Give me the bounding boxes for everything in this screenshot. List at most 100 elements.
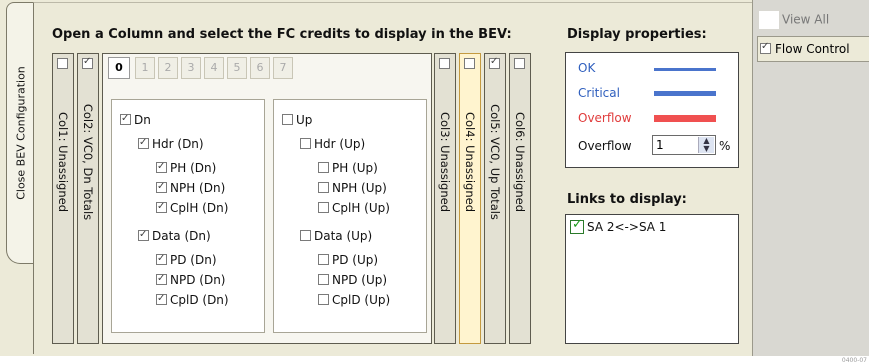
column-6-label: Col6: Unassigned [513,111,527,213]
column-1-label: Col1: Unassigned [56,111,70,213]
flow-control-label: Flow Control [775,42,850,56]
dn-nph-label: NPH (Dn) [170,181,226,195]
up-ph-item[interactable]: PH (Up) [318,161,378,175]
dn-cpld-label: CplD (Dn) [170,293,229,307]
dn-nph-checkbox[interactable] [156,180,167,194]
close-bev-configuration-label: Close BEV Configuration [14,66,27,200]
column-6[interactable]: Col6: Unassigned [509,53,531,344]
column-1[interactable]: Col1: Unassigned [52,53,74,344]
up-hdr-item[interactable]: Hdr (Up) [300,137,365,151]
dn-npd-label: NPD (Dn) [170,273,226,287]
up-data-checkbox[interactable] [300,230,311,241]
view-all-checkbox[interactable] [759,11,779,29]
overflow-threshold-input[interactable]: 1 ▲ ▼ [652,135,716,155]
dn-npd-checkbox[interactable] [156,272,167,286]
column-6-checkbox[interactable] [514,58,525,69]
up-nph-checkbox[interactable] [318,182,329,193]
up-data-label: Data (Up) [314,229,373,243]
overflow-color-line[interactable] [654,115,716,122]
up-npd-item[interactable]: NPD (Up) [318,273,387,287]
close-bev-configuration-tab[interactable]: Close BEV Configuration [6,2,34,264]
dn-hdr-checkbox[interactable] [138,136,149,150]
dn-ph-checkbox[interactable] [156,160,167,174]
link-item-label: SA 2<->SA 1 [587,220,667,234]
dn-cplh-checkbox[interactable] [156,200,167,214]
up-pd-item[interactable]: PD (Up) [318,253,378,267]
column-3[interactable]: Col3: Unassigned [434,53,456,344]
up-credits-group: Up Hdr (Up) PH (Up) NPH (Up) CplH (Up) D… [273,99,427,333]
up-cplh-label: CplH (Up) [332,201,390,215]
view-all-option[interactable]: View All [759,11,829,29]
up-cplh-checkbox[interactable] [318,202,329,213]
view-all-label: View All [782,12,830,27]
up-cplh-item[interactable]: CplH (Up) [318,201,390,215]
column-5-checkbox[interactable] [489,56,500,69]
overflow-label: Overflow [578,111,632,125]
tab-vc-3[interactable]: 3 [181,57,201,79]
tab-vc-7[interactable]: 7 [273,57,293,79]
figure-id: 0400-07 [841,357,867,364]
dn-root-checkbox[interactable] [120,112,131,126]
dn-cpld-item[interactable]: CplD (Dn) [156,292,229,307]
links-heading: Links to display: [567,192,687,207]
column-5[interactable]: Col5: VC0, Up Totals [484,53,506,344]
dn-root-item[interactable]: Dn [120,112,151,127]
overflow-spinner-icon[interactable]: ▲ ▼ [698,137,714,153]
dn-pd-label: PD (Dn) [170,253,217,267]
dn-pd-checkbox[interactable] [156,252,167,266]
tab-vc-5[interactable]: 5 [227,57,247,79]
up-root-item[interactable]: Up [282,113,312,127]
up-pd-checkbox[interactable] [318,254,329,265]
up-cpld-item[interactable]: CplD (Up) [318,293,390,307]
dn-cplh-item[interactable]: CplH (Dn) [156,200,228,215]
dn-ph-item[interactable]: PH (Dn) [156,160,217,175]
overflow-threshold-label: Overflow [578,139,632,153]
flow-control-checkbox[interactable] [760,41,771,54]
up-ph-checkbox[interactable] [318,162,329,173]
dn-nph-item[interactable]: NPH (Dn) [156,180,226,195]
dn-cpld-checkbox[interactable] [156,292,167,306]
up-ph-label: PH (Up) [332,161,378,175]
tab-vc-4[interactable]: 4 [204,57,224,79]
dn-data-checkbox[interactable] [138,228,149,242]
column-5-label: Col5: VC0, Up Totals [488,104,502,220]
critical-color-line[interactable] [654,91,716,96]
column-4-label: Col4: Unassigned [463,111,477,213]
up-root-label: Up [296,113,313,127]
column-3-checkbox[interactable] [439,58,450,69]
ok-color-line[interactable] [654,68,716,71]
overflow-threshold-value: 1 [656,138,664,152]
display-properties-box: OK Critical Overflow Overflow 1 ▲ ▼ % [565,52,739,168]
dn-hdr-item[interactable]: Hdr (Dn) [138,136,204,151]
dn-data-item[interactable]: Data (Dn) [138,228,211,243]
flow-control-option[interactable]: Flow Control [757,36,869,62]
dn-data-label: Data (Dn) [152,229,211,243]
dn-pd-item[interactable]: PD (Dn) [156,252,217,267]
column-4-checkbox[interactable] [464,58,475,69]
display-properties-heading: Display properties: [567,27,707,42]
column-4[interactable]: Col4: Unassigned [459,53,481,344]
up-cpld-checkbox[interactable] [318,294,329,305]
link-item-checkbox[interactable]: ✓ [570,216,584,234]
link-item[interactable]: ✓ SA 2<->SA 1 [570,216,667,235]
up-npd-checkbox[interactable] [318,274,329,285]
column-1-checkbox[interactable] [57,58,68,69]
column-2-checkbox[interactable] [82,56,93,69]
column-2[interactable]: Col2: VC0, Dn Totals [77,53,99,344]
dn-ph-label: PH (Dn) [170,161,217,175]
up-hdr-checkbox[interactable] [300,138,311,149]
column-3-label: Col3: Unassigned [438,111,452,213]
up-data-item[interactable]: Data (Up) [300,229,372,243]
check-icon: ✓ [572,216,583,232]
tab-vc-1[interactable]: 1 [135,57,155,79]
up-nph-item[interactable]: NPH (Up) [318,181,387,195]
up-root-checkbox[interactable] [282,114,293,125]
column-2-label: Col2: VC0, Dn Totals [81,103,95,221]
dn-npd-item[interactable]: NPD (Dn) [156,272,226,287]
tab-vc-2[interactable]: 2 [158,57,178,79]
tab-vc-0[interactable]: 0 [108,57,130,79]
up-nph-label: NPH (Up) [332,181,387,195]
critical-label: Critical [578,86,620,100]
links-list: ✓ SA 2<->SA 1 [565,214,739,344]
tab-vc-6[interactable]: 6 [250,57,270,79]
